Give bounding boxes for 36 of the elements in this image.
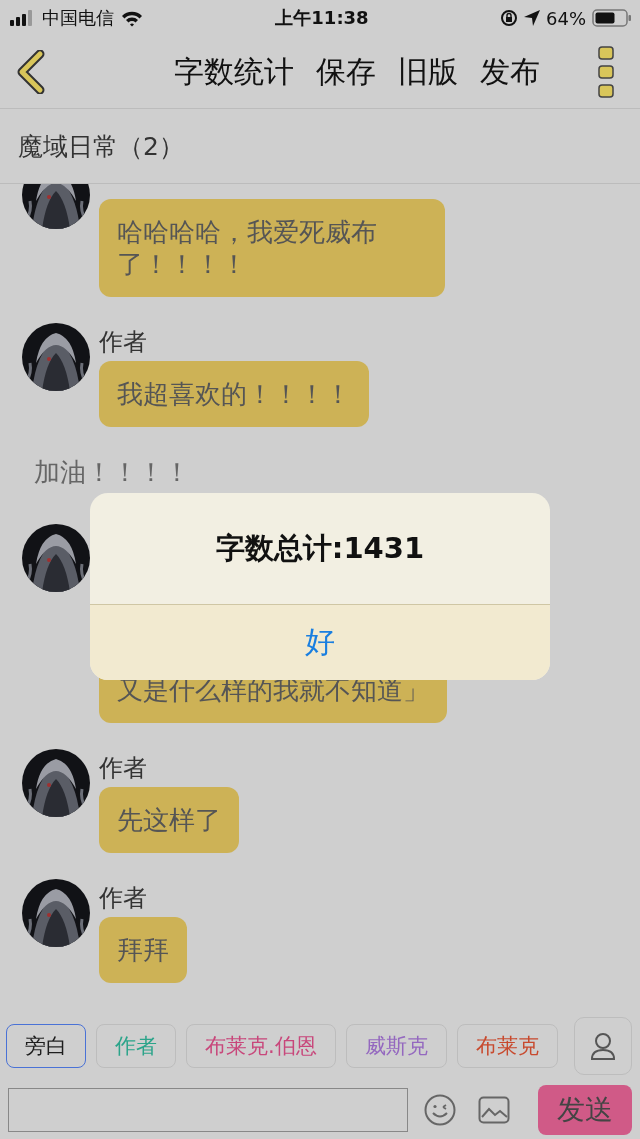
toolbar-button[interactable]: 保存 bbox=[316, 51, 376, 93]
more-button[interactable] bbox=[598, 46, 614, 98]
character-tab[interactable]: 布莱克 bbox=[456, 1024, 558, 1068]
image-icon bbox=[478, 1096, 510, 1124]
battery-icon bbox=[592, 9, 632, 27]
toolbar-button[interactable]: 旧版 bbox=[398, 51, 458, 93]
message-bubble: 拜拜 bbox=[99, 917, 187, 983]
message-input[interactable] bbox=[8, 1088, 408, 1132]
clock-time: 上午11:38 bbox=[275, 6, 369, 30]
character-tab[interactable]: 作者 bbox=[96, 1024, 176, 1068]
ok-button[interactable]: 好 bbox=[90, 605, 550, 680]
back-button[interactable] bbox=[16, 50, 46, 94]
message-bubble: 哈哈哈哈，我爱死威布了！！！！ bbox=[99, 199, 445, 297]
toolbar-button[interactable]: 字数统计 bbox=[174, 51, 294, 93]
character-tab[interactable]: 旁白 bbox=[6, 1024, 86, 1068]
message-bubble: 我超喜欢的！！！！ bbox=[99, 361, 369, 427]
character-tab[interactable]: 威斯克 bbox=[345, 1024, 447, 1068]
wifi-icon bbox=[120, 9, 144, 27]
send-button[interactable]: 发送 bbox=[538, 1085, 632, 1135]
sender-name: 作者 bbox=[99, 753, 147, 784]
smiley-icon bbox=[424, 1094, 456, 1126]
battery-percent: 64% bbox=[546, 7, 586, 29]
character-tab[interactable]: 布莱克.伯恩 bbox=[186, 1024, 336, 1068]
carrier-name: 中国电信 bbox=[42, 6, 114, 30]
narration-text: 加油！！！！ bbox=[33, 456, 191, 489]
sender-name: 作者 bbox=[99, 883, 147, 914]
rotation-lock-icon bbox=[500, 9, 518, 27]
toolbar-button[interactable]: 发布 bbox=[480, 51, 540, 93]
sender-name: 作者 bbox=[99, 327, 147, 358]
chat-title: 魔域日常（2） bbox=[18, 130, 184, 163]
kebab-menu-icon bbox=[598, 46, 614, 98]
character-picker-button[interactable] bbox=[574, 1017, 632, 1075]
chevron-left-icon bbox=[16, 50, 46, 94]
message-bubble: 先这样了 bbox=[99, 787, 239, 853]
location-arrow-icon bbox=[524, 10, 540, 26]
person-icon bbox=[590, 1032, 616, 1060]
